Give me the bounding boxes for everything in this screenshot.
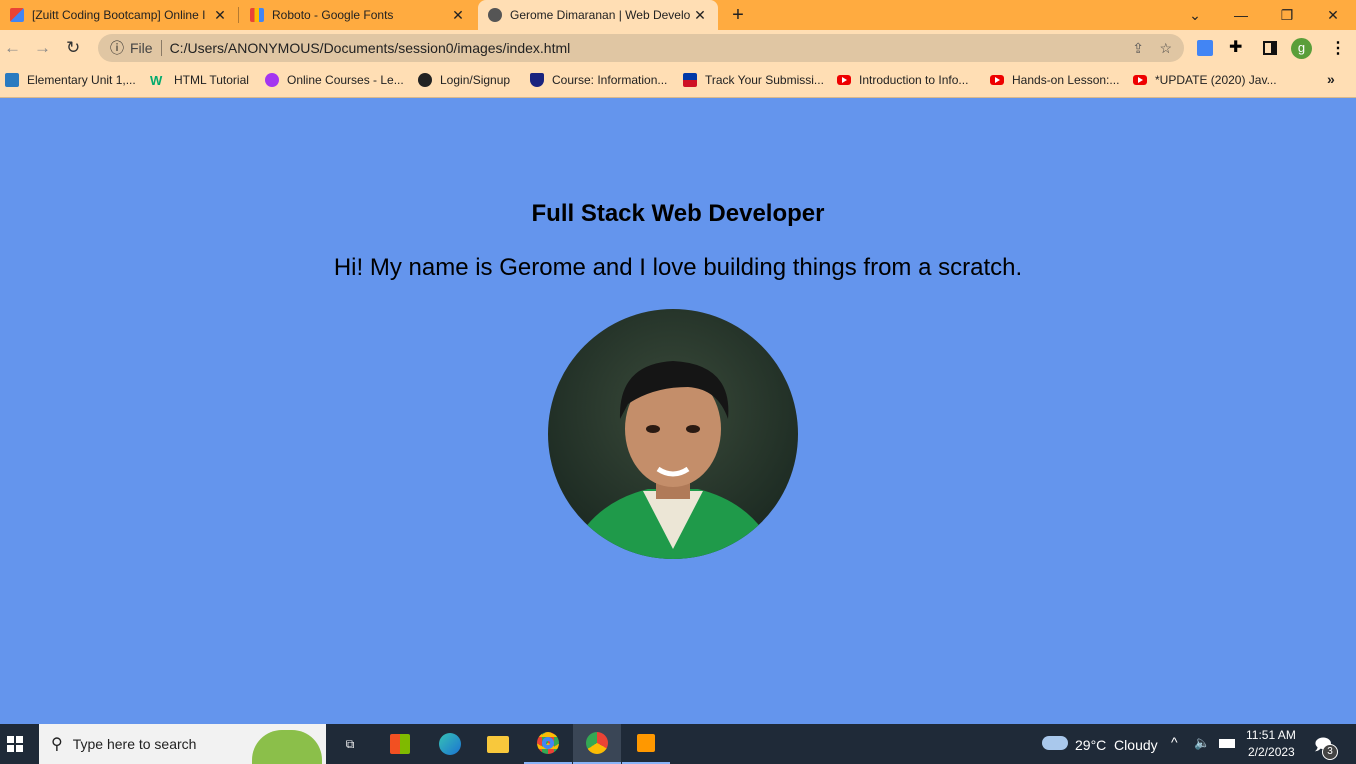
- close-icon[interactable]: ✕: [450, 7, 466, 24]
- task-view-button[interactable]: ⧉: [326, 724, 374, 764]
- chevron-up-icon[interactable]: ^: [1171, 734, 1178, 750]
- bookmarks-bar: Elementary Unit 1,... W HTML Tutorial Onl…: [0, 66, 1356, 98]
- chrome-icon: [537, 732, 559, 754]
- tab-title: [Zuitt Coding Bootcamp] Online I: [32, 8, 206, 22]
- bookmark-label: Track Your Submissi...: [705, 73, 824, 87]
- taskbar-search[interactable]: ⚲ Type here to search: [39, 724, 326, 764]
- star-icon[interactable]: ☆: [1159, 40, 1172, 57]
- bookmark-item[interactable]: Hands-on Lesson:...: [990, 73, 1119, 87]
- el-icon: [5, 73, 19, 87]
- tab-title: Gerome Dimaranan | Web Develo: [510, 8, 691, 22]
- globe-icon: [488, 8, 502, 22]
- cloud-icon: [1042, 736, 1068, 750]
- tab-search-chevron-icon[interactable]: ⌄: [1172, 0, 1218, 30]
- bookmark-label: *UPDATE (2020) Jav...: [1155, 73, 1277, 87]
- w3schools-icon: W: [150, 73, 163, 88]
- bookmark-item[interactable]: W HTML Tutorial: [150, 73, 249, 88]
- tab-divider: [238, 7, 239, 23]
- bookmark-item[interactable]: Elementary Unit 1,...: [5, 73, 136, 87]
- flag-icon: [683, 73, 697, 87]
- restore-button[interactable]: ❐: [1264, 0, 1310, 30]
- notification-count-badge: 3: [1322, 744, 1338, 760]
- new-tab-button[interactable]: +: [715, 0, 761, 30]
- forward-button[interactable]: →: [34, 38, 51, 58]
- search-icon: ⚲: [51, 736, 63, 753]
- url-text: C:/Users/ANONYMOUS/Documents/session0/im…: [169, 40, 571, 56]
- profile-photo: [548, 309, 798, 559]
- weather-text[interactable]: 29°C Cloudy: [1075, 737, 1158, 753]
- sublime-icon: [637, 734, 655, 752]
- side-panel-icon[interactable]: [1263, 41, 1277, 55]
- udemy-icon: [265, 73, 279, 87]
- tab-strip: [Zuitt Coding Bootcamp] Online I ✕ Robot…: [0, 0, 1356, 30]
- windows-icon: [7, 736, 23, 752]
- bookmark-item[interactable]: Login/Signup: [418, 73, 510, 87]
- bookmark-label: HTML Tutorial: [174, 73, 249, 87]
- intro-text: Hi! My name is Gerome and I love buildin…: [333, 254, 1023, 281]
- google-fonts-icon: [250, 8, 264, 22]
- bookmark-label: Elementary Unit 1,...: [27, 73, 136, 87]
- reload-button[interactable]: ↻: [66, 38, 80, 58]
- page-content: Full Stack Web Developer Hi! My name is …: [0, 98, 1356, 724]
- close-icon[interactable]: ✕: [212, 7, 228, 24]
- store-icon: [390, 734, 410, 754]
- edge-button[interactable]: [426, 724, 474, 764]
- bookmark-item[interactable]: Course: Information...: [530, 73, 667, 87]
- edge-icon: [439, 733, 461, 755]
- page-title: Full Stack Web Developer: [531, 200, 825, 227]
- browser-toolbar: ← → ↻ ⓘ File C:/Users/ANONYMOUS/Document…: [0, 30, 1356, 66]
- more-bookmarks-button[interactable]: »: [1327, 71, 1335, 87]
- back-button[interactable]: ←: [4, 38, 21, 58]
- tab-gerome[interactable]: Gerome Dimaranan | Web Develo ✕: [478, 0, 718, 30]
- sublime-text-button[interactable]: [622, 724, 670, 764]
- tab-title: Roboto - Google Fonts: [272, 8, 394, 22]
- address-bar[interactable]: ⓘ File C:/Users/ANONYMOUS/Documents/sess…: [98, 34, 1184, 62]
- close-window-button[interactable]: ✕: [1310, 0, 1356, 30]
- bookmark-label: Login/Signup: [440, 73, 511, 87]
- search-highlight-image: [252, 730, 322, 764]
- start-button[interactable]: [0, 724, 30, 764]
- youtube-icon: [990, 75, 1004, 85]
- bookmark-label: Hands-on Lesson:...: [1012, 73, 1120, 87]
- shield-icon: [530, 73, 544, 87]
- scheme-label: File: [130, 40, 162, 56]
- volume-icon[interactable]: 🔈: [1194, 735, 1210, 751]
- task-view-icon: ⧉: [345, 736, 355, 751]
- chrome-profile-button[interactable]: [573, 724, 621, 764]
- bookmark-label: Online Courses - Le...: [287, 73, 404, 87]
- bookmark-item[interactable]: *UPDATE (2020) Jav...: [1133, 73, 1277, 87]
- share-icon[interactable]: ⇪: [1132, 40, 1144, 57]
- tab-roboto[interactable]: Roboto - Google Fonts ✕: [240, 0, 476, 30]
- bookmark-item[interactable]: Track Your Submissi...: [683, 73, 824, 87]
- folder-icon: [487, 735, 509, 753]
- search-placeholder: Type here to search: [72, 736, 197, 752]
- close-icon[interactable]: ✕: [692, 7, 708, 24]
- gmail-icon: [10, 8, 24, 22]
- clock-time[interactable]: 11:51 AM: [1246, 728, 1296, 742]
- chrome-button[interactable]: [524, 724, 572, 764]
- youtube-icon: [1133, 75, 1147, 85]
- tab-zuitt[interactable]: [Zuitt Coding Bootcamp] Online I ✕: [0, 0, 238, 30]
- globe-icon: [418, 73, 432, 87]
- chrome-icon: [586, 732, 608, 754]
- bookmark-item[interactable]: Online Courses - Le...: [265, 73, 404, 87]
- minimize-button[interactable]: —: [1218, 0, 1264, 30]
- bookmark-label: Introduction to Info...: [859, 73, 969, 87]
- file-explorer-button[interactable]: [474, 724, 522, 764]
- battery-icon[interactable]: [1219, 739, 1235, 748]
- profile-avatar[interactable]: g: [1291, 38, 1312, 59]
- translate-icon[interactable]: [1197, 40, 1213, 56]
- store-button[interactable]: [376, 724, 424, 764]
- info-icon[interactable]: ⓘ: [110, 38, 124, 58]
- extensions-icon[interactable]: ✚: [1229, 37, 1242, 57]
- bookmark-label: Course: Information...: [552, 73, 668, 87]
- bookmark-item[interactable]: Introduction to Info...: [837, 73, 968, 87]
- clock-date[interactable]: 2/2/2023: [1248, 745, 1295, 759]
- windows-taskbar: ⚲ Type here to search ⧉ 29°C Cloudy ^ 🔈 …: [0, 724, 1356, 764]
- menu-icon[interactable]: ⋮: [1330, 38, 1346, 58]
- youtube-icon: [837, 75, 851, 85]
